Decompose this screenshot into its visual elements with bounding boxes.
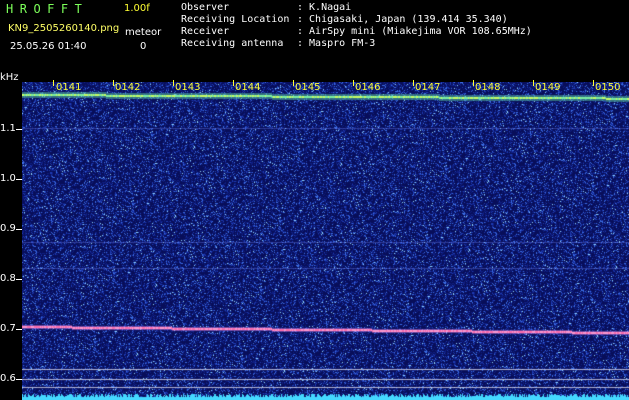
x-tick-mark [233,80,234,86]
location-label: Receiving Location [181,14,290,25]
app-title: HROFFT [6,2,89,16]
hrofft-window: HROFFT 1.00f KN9_2505260140.png meteor 2… [0,0,629,400]
x-tick-label: 0141 [56,82,82,93]
receiver-value: : AirSpy mini (Miakejima VOR 108.65MHz) [297,26,532,37]
x-tick-mark [53,80,54,86]
meteor-label: meteor [125,27,162,38]
spectrogram-canvas [22,82,629,400]
x-tick-label: 0144 [235,82,261,93]
version-label: 1.00f [124,3,150,14]
axis-unit-label: kHz [0,72,19,83]
x-tick-label: 0142 [115,82,141,93]
y-tick-mark [16,179,22,180]
y-tick-mark [16,229,22,230]
x-tick-label: 0143 [175,82,201,93]
y-tick-mark [16,129,22,130]
receiver-label: Receiver [181,26,230,37]
x-tick-label: 0145 [295,82,321,93]
x-tick-mark [293,80,294,86]
x-tick-label: 0146 [355,82,381,93]
x-tick-label: 0150 [595,82,621,93]
meteor-count: 0 [140,41,147,52]
y-tick-mark [16,379,22,380]
observer-value: : K.Nagai [297,2,352,13]
x-tick-label: 0148 [475,82,501,93]
x-tick-mark [533,80,534,86]
x-tick-mark [413,80,414,86]
x-tick-label: 0149 [535,82,561,93]
antenna-value: : Maspro FM-3 [297,38,376,49]
location-value: : Chigasaki, Japan (139.414 35.340) [297,14,508,25]
y-tick-mark [16,279,22,280]
spectrogram [22,82,629,400]
observer-label: Observer [181,2,230,13]
antenna-label: Receiving antenna [181,38,284,49]
y-tick-mark [16,329,22,330]
x-tick-mark [473,80,474,86]
x-tick-mark [113,80,114,86]
x-tick-mark [593,80,594,86]
x-tick-label: 0147 [415,82,441,93]
x-tick-mark [353,80,354,86]
timestamp-label: 25.05.26 01:40 [10,41,87,52]
x-tick-mark [173,80,174,86]
filename-label: KN9_2505260140.png [8,23,120,34]
